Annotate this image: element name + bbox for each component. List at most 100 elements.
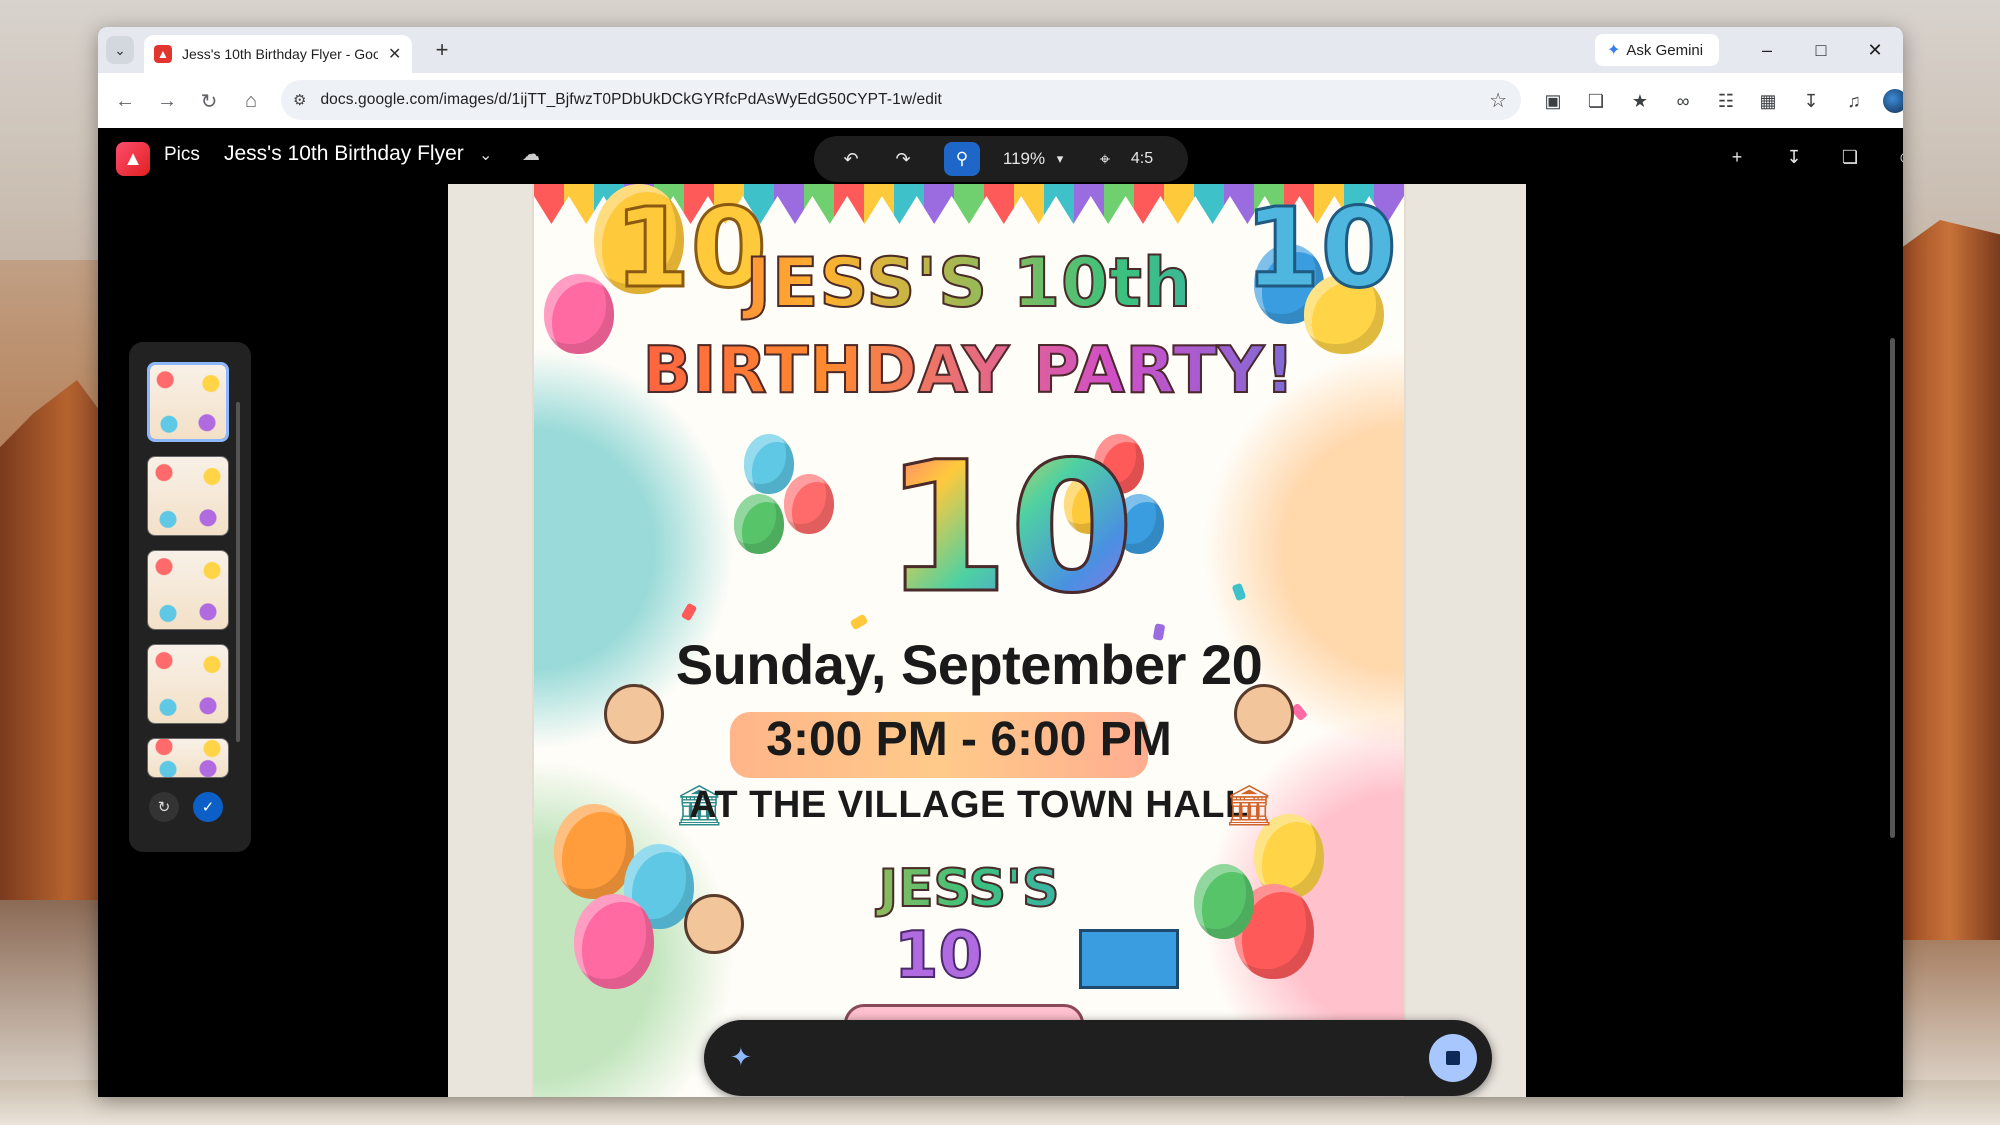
tab-active[interactable]: ▲ Jess's 10th Birthday Flyer - Goo ✕ <box>144 35 412 73</box>
canvas-tools: ↶ ↷ ⚲ 119% ▾ ⌖ 4:5 <box>814 136 1188 182</box>
arrow-left-icon: ← <box>115 89 135 112</box>
address-bar[interactable]: ⚙ docs.google.com/images/d/1ijTT_BjfwzT0… <box>281 80 1521 120</box>
gemini-spark-icon: ✦ <box>730 1042 752 1072</box>
document-title[interactable]: Jess's 10th Birthday Flyer <box>224 142 464 166</box>
desktop-ground-left <box>0 900 100 1090</box>
zoom-tool-button[interactable]: ⚲ <box>944 142 980 176</box>
side-panel-icon[interactable]: ▦ <box>1753 86 1783 116</box>
copy-icon: ❏ <box>1841 146 1859 167</box>
gemini-spark-icon: ✦ <box>1607 42 1621 59</box>
new-tab-button[interactable]: + <box>428 36 456 64</box>
browser-toolbar: ← → ↻ ⌂ ⚙ docs.google.com/images/d/1ijTT… <box>98 73 1903 128</box>
home-button[interactable]: ⌂ <box>236 86 266 116</box>
flyer-big-number: 10 <box>883 423 1136 635</box>
thumbnail-image <box>148 739 228 777</box>
red-balloon <box>784 474 834 534</box>
cake-number: 10 <box>893 918 984 994</box>
stop-icon <box>1446 1051 1460 1065</box>
birthday-flyer-image: 10 10 JESS'S 10th BIRTHDAY PARTY! 10 Sun… <box>534 184 1404 1097</box>
thumbnail-image <box>148 551 228 629</box>
pics-app: ▲ Pics Jess's 10th Birthday Flyer ⌄ ☁ ↶ … <box>98 128 1903 1097</box>
desktop-rock-right <box>1900 220 2000 940</box>
thumbnail-4[interactable] <box>147 644 229 724</box>
redo-button[interactable]: ↷ <box>888 144 918 174</box>
add-person-icon: ☺ <box>1897 147 1903 168</box>
minimize-button[interactable]: – <box>1747 35 1787 65</box>
zoom-level[interactable]: 119% <box>1000 144 1048 174</box>
thumbnail-scrollbar[interactable] <box>236 402 240 742</box>
desktop-rock-left <box>0 380 110 940</box>
redo-icon: ↷ <box>895 148 911 169</box>
town-hall-icon: 🏛 <box>1224 784 1275 828</box>
arrow-right-icon: → <box>157 89 177 112</box>
cloud-saved-icon: ☁ <box>522 144 540 164</box>
undo-icon: ↶ <box>843 148 859 169</box>
home-icon: ⌂ <box>244 89 258 112</box>
bookmarks-icon[interactable]: ★ <box>1625 86 1655 116</box>
app-name: Pics <box>164 144 200 165</box>
green-balloon <box>734 494 784 554</box>
thumbnail-panel: ↻ ✓ <box>129 342 251 852</box>
screenshot-icon[interactable]: ▣ <box>1538 86 1568 116</box>
child-illustration-left <box>604 684 664 744</box>
plus-icon: + <box>1731 146 1743 167</box>
canvas-scrollbar[interactable] <box>1890 338 1895 838</box>
browser-window: ⌄ ▲ Jess's 10th Birthday Flyer - Goo ✕ +… <box>98 27 1903 1097</box>
thumbnail-5[interactable] <box>147 738 229 778</box>
prompt-input[interactable] <box>774 1040 1334 1076</box>
child-illustration-right <box>1234 684 1294 744</box>
crop-icon[interactable]: ⌖ <box>1090 144 1120 174</box>
thumbnail-image <box>150 365 226 439</box>
thumbnail-3[interactable] <box>147 550 229 630</box>
reload-button[interactable]: ↻ <box>194 86 224 116</box>
tab-search-button[interactable]: ⌄ <box>106 36 134 64</box>
app-header: ▲ Pics Jess's 10th Birthday Flyer ⌄ ☁ ↶ … <box>98 128 1903 184</box>
download-button[interactable]: ↧ <box>1779 142 1809 172</box>
ask-gemini-label: Ask Gemini <box>1626 41 1704 59</box>
gift-box-illustration <box>1079 929 1179 989</box>
flyer-title-line2: BIRTHDAY PARTY! <box>534 333 1404 409</box>
menu-icon[interactable] <box>1873 86 1903 116</box>
add-button[interactable]: + <box>1722 142 1752 172</box>
site-info-icon[interactable]: ⚙ <box>293 91 306 109</box>
undo-button[interactable]: ↶ <box>836 144 866 174</box>
reading-mode-icon[interactable]: ☷ <box>1711 86 1741 116</box>
copy-button[interactable]: ❏ <box>1835 142 1865 172</box>
pics-logo-icon[interactable]: ▲ <box>116 142 150 176</box>
maximize-button[interactable]: □ <box>1801 35 1841 65</box>
url-text: docs.google.com/images/d/1ijTT_BjfwzT0PD… <box>320 91 942 108</box>
close-icon[interactable]: ✕ <box>388 44 401 64</box>
check-icon: ✓ <box>201 799 215 816</box>
reload-icon: ↻ <box>200 90 218 113</box>
link-icon[interactable]: ∞ <box>1668 86 1698 116</box>
thumbnail-2[interactable] <box>147 456 229 536</box>
regenerate-button[interactable]: ↻ <box>149 792 179 822</box>
thumbnail-image <box>148 645 228 723</box>
chevron-down-icon: ⌄ <box>114 41 126 58</box>
thumbnail-image <box>148 457 228 535</box>
forward-button[interactable]: → <box>152 86 182 116</box>
media-icon[interactable]: ♫ <box>1839 86 1869 116</box>
back-button[interactable]: ← <box>110 86 140 116</box>
cake-name-text: JESS'S <box>534 858 1404 920</box>
stop-generation-button[interactable] <box>1429 1034 1477 1082</box>
zoom-icon: ⚲ <box>955 149 969 168</box>
bookmark-star-icon[interactable]: ☆ <box>1489 88 1507 113</box>
ask-gemini-button[interactable]: ✦ Ask Gemini <box>1595 34 1719 66</box>
prompt-bar: ✦ <box>704 1020 1492 1096</box>
zoom-dropdown-icon[interactable]: ▾ <box>1050 144 1070 174</box>
extensions-icon[interactable]: ❏ <box>1581 86 1611 116</box>
aspect-ratio[interactable]: 4:5 <box>1122 144 1162 174</box>
accept-button[interactable]: ✓ <box>193 792 223 822</box>
pics-logo-icon: ▲ <box>154 45 172 63</box>
download-icon: ↧ <box>1786 146 1802 167</box>
tab-title: Jess's 10th Birthday Flyer - Goo <box>182 46 378 62</box>
thumbnail-1[interactable] <box>147 362 229 442</box>
share-button[interactable]: ☺ <box>1891 142 1903 172</box>
image-canvas[interactable]: 10 10 JESS'S 10th BIRTHDAY PARTY! 10 Sun… <box>448 184 1526 1097</box>
flyer-title-line1: JESS'S 10th <box>534 243 1404 324</box>
download-icon[interactable]: ↧ <box>1796 86 1826 116</box>
desktop-ground-right <box>1900 940 2000 1090</box>
chevron-down-icon[interactable]: ⌄ <box>479 145 492 165</box>
window-close-button[interactable]: ✕ <box>1855 35 1895 65</box>
